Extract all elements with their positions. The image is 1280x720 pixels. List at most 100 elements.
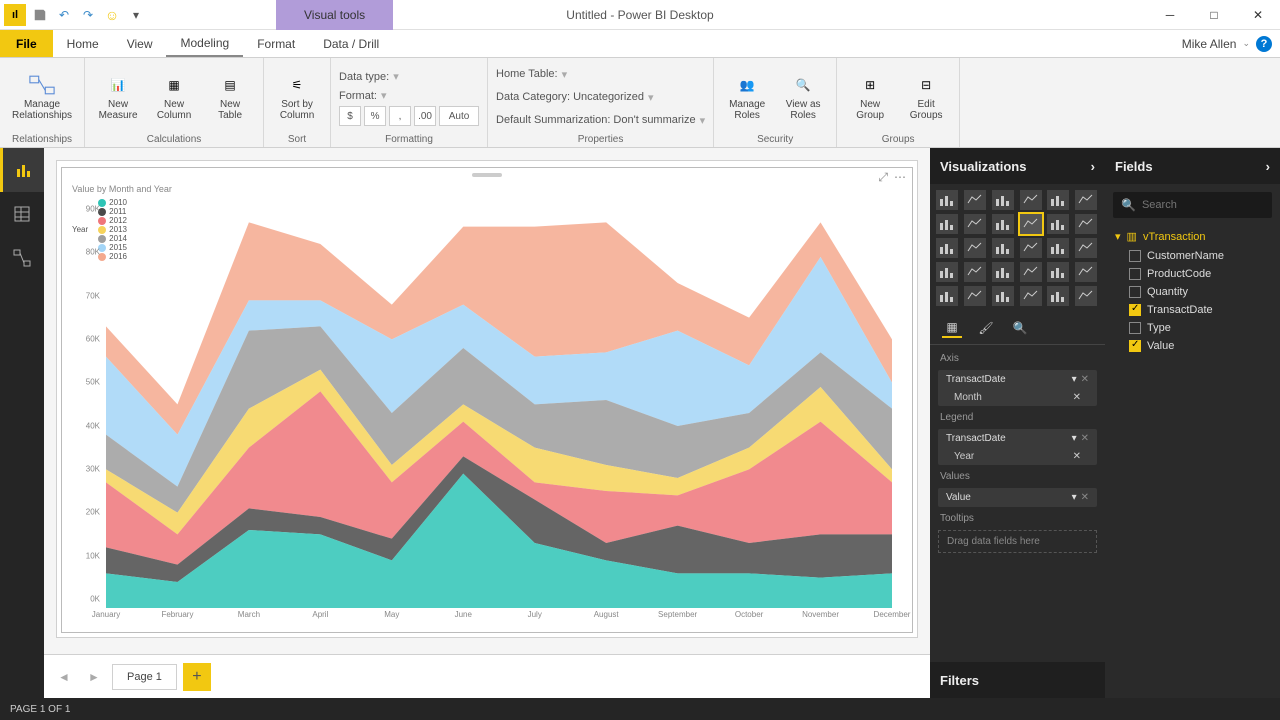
default-summarization-label[interactable]: Default Summarization: Don't summarize <box>496 114 696 126</box>
viz-type-icon[interactable] <box>992 190 1014 210</box>
format-tab-icon[interactable]: 🖌 <box>976 318 996 338</box>
viz-type-icon[interactable] <box>936 214 958 234</box>
viz-type-icon[interactable] <box>1075 238 1097 258</box>
viz-type-icon[interactable] <box>992 214 1014 234</box>
auto-decimals[interactable]: Auto <box>439 106 479 126</box>
field-node[interactable]: CustomerName <box>1105 247 1280 265</box>
add-page-button[interactable]: + <box>183 663 211 691</box>
file-menu[interactable]: File <box>0 30 53 57</box>
viz-type-icon[interactable] <box>964 262 986 282</box>
legend-item[interactable]: 2011 <box>98 207 127 216</box>
viz-type-icon[interactable] <box>1020 262 1042 282</box>
datatype-dropdown[interactable]: ▾ <box>393 70 399 83</box>
focus-mode-icon[interactable]: ⤢ <box>878 170 888 185</box>
chevron-down-icon[interactable]: ▾ <box>1072 374 1077 385</box>
new-group-button[interactable]: ⊞New Group <box>845 71 895 123</box>
viz-type-icon[interactable] <box>1020 286 1042 306</box>
remove-level-icon[interactable]: ✕ <box>1073 451 1081 462</box>
chevron-down-icon[interactable]: ▾ <box>1072 433 1077 444</box>
viz-type-icon[interactable] <box>936 190 958 210</box>
legend-item[interactable]: 2010 <box>98 198 127 207</box>
area-chart-visual[interactable]: ⤢ ⋯ Value by Month and Year Year 2010201… <box>61 167 913 633</box>
chevron-down-icon[interactable]: ▾ <box>1072 492 1077 503</box>
minimize-button[interactable]: ─ <box>1148 0 1192 30</box>
home-table-label[interactable]: Home Table: <box>496 68 558 80</box>
fields-tab-icon[interactable]: ▦ <box>942 318 962 338</box>
viz-type-icon[interactable] <box>1075 286 1097 306</box>
format-dropdown[interactable]: ▾ <box>381 89 387 102</box>
tab-home[interactable]: Home <box>53 30 113 57</box>
table-node[interactable]: ▾▥vTransaction <box>1105 226 1280 247</box>
help-icon[interactable]: ? <box>1256 36 1272 52</box>
field-node[interactable]: TransactDate <box>1105 301 1280 319</box>
viz-type-icon[interactable] <box>992 238 1014 258</box>
checkbox[interactable] <box>1129 286 1141 298</box>
search-input[interactable] <box>1142 199 1280 211</box>
save-icon[interactable] <box>30 5 50 25</box>
viz-type-icon[interactable] <box>1075 190 1097 210</box>
tab-data-drill[interactable]: Data / Drill <box>309 30 393 57</box>
visual-drag-handle[interactable] <box>472 173 502 177</box>
viz-type-icon[interactable] <box>1075 214 1097 234</box>
tab-view[interactable]: View <box>113 30 167 57</box>
report-page[interactable]: ⤢ ⋯ Value by Month and Year Year 2010201… <box>56 160 918 638</box>
viz-type-icon[interactable] <box>1047 190 1069 210</box>
legend-well[interactable]: TransactDate▾✕ Year✕ <box>938 429 1097 465</box>
sort-by-column-button[interactable]: ⚟Sort by Column <box>272 71 322 123</box>
page-tab-1[interactable]: Page 1 <box>112 664 177 690</box>
checkbox[interactable] <box>1129 340 1141 352</box>
viz-type-icon[interactable] <box>1047 214 1069 234</box>
viz-type-icon[interactable] <box>1020 238 1042 258</box>
redo-icon[interactable]: ↷ <box>78 5 98 25</box>
tab-modeling[interactable]: Modeling <box>166 30 243 57</box>
page-next-button[interactable]: ► <box>82 665 106 689</box>
manage-relationships-button[interactable]: Manage Relationships <box>8 71 76 123</box>
expand-icon[interactable]: ▾ <box>1115 230 1121 243</box>
chevron-down-icon[interactable]: ⌄ <box>1242 38 1250 49</box>
smiley-icon[interactable]: ☺ <box>102 5 122 25</box>
report-view-button[interactable] <box>0 148 44 192</box>
collapse-pane-icon[interactable]: › <box>1266 159 1270 174</box>
remove-level-icon[interactable]: ✕ <box>1073 392 1081 403</box>
manage-roles-button[interactable]: 👥Manage Roles <box>722 71 772 123</box>
viz-type-icon[interactable] <box>1020 190 1042 210</box>
checkbox[interactable] <box>1129 322 1141 334</box>
viz-type-icon[interactable] <box>992 262 1014 282</box>
maximize-button[interactable]: □ <box>1192 0 1236 30</box>
context-tab-visual-tools[interactable]: Visual tools <box>276 0 393 30</box>
field-node[interactable]: ProductCode <box>1105 265 1280 283</box>
more-options-icon[interactable]: ⋯ <box>894 170 906 185</box>
collapse-pane-icon[interactable]: › <box>1091 159 1095 174</box>
filters-title[interactable]: Filters <box>940 673 979 688</box>
viz-type-icon[interactable] <box>964 214 986 234</box>
remove-field-icon[interactable]: ✕ <box>1081 374 1089 385</box>
values-well[interactable]: Value▾✕ <box>938 488 1097 507</box>
field-node[interactable]: Type <box>1105 319 1280 337</box>
viz-type-icon[interactable] <box>964 190 986 210</box>
viz-type-icon[interactable] <box>1075 262 1097 282</box>
viz-type-icon[interactable] <box>992 286 1014 306</box>
fields-search[interactable]: 🔍 <box>1113 192 1272 218</box>
viz-type-icon[interactable] <box>964 286 986 306</box>
checkbox[interactable] <box>1129 304 1141 316</box>
checkbox[interactable] <box>1129 250 1141 262</box>
viz-type-icon[interactable] <box>1020 214 1042 234</box>
new-column-button[interactable]: ▦New Column <box>149 71 199 123</box>
edit-groups-button[interactable]: ⊟Edit Groups <box>901 71 951 123</box>
checkbox[interactable] <box>1129 268 1141 280</box>
data-view-button[interactable] <box>0 192 44 236</box>
currency-button[interactable]: $ <box>339 106 361 126</box>
viz-type-icon[interactable] <box>936 286 958 306</box>
viz-type-icon[interactable] <box>964 238 986 258</box>
viz-type-icon[interactable] <box>1047 286 1069 306</box>
data-category-label[interactable]: Data Category: Uncategorized <box>496 91 644 103</box>
percent-button[interactable]: % <box>364 106 386 126</box>
tooltips-well[interactable]: Drag data fields here <box>938 530 1097 553</box>
comma-button[interactable]: , <box>389 106 411 126</box>
close-button[interactable]: ✕ <box>1236 0 1280 30</box>
page-prev-button[interactable]: ◄ <box>52 665 76 689</box>
viz-type-icon[interactable] <box>936 238 958 258</box>
axis-well[interactable]: TransactDate▾✕ Month✕ <box>938 370 1097 406</box>
new-table-button[interactable]: ▤New Table <box>205 71 255 123</box>
viz-type-icon[interactable] <box>936 262 958 282</box>
